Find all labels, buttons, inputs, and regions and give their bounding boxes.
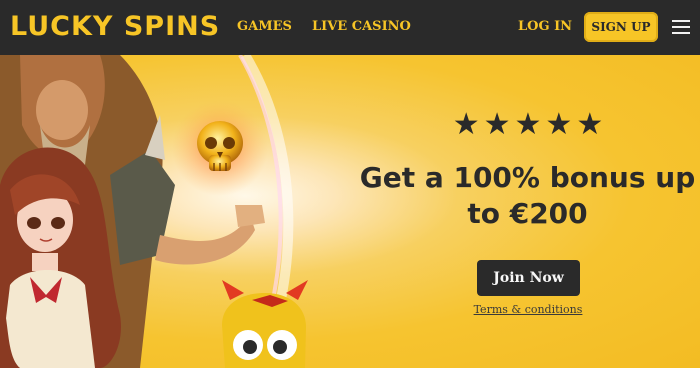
nav-live-casino-link[interactable]: LIVE CASINO — [312, 18, 411, 36]
yellow-monster-character — [222, 280, 308, 368]
hamburger-menu-icon[interactable] — [672, 20, 690, 34]
bonus-headline: Get a 100% bonus up to €200 — [359, 161, 696, 230]
nav-games-link[interactable]: GAMES — [237, 18, 292, 36]
join-now-button[interactable]: Join Now — [477, 260, 580, 296]
top-navigation-bar: LUCKY SPINS GAMES LIVE CASINO LOG IN SIG… — [0, 0, 700, 55]
hero-illustration — [0, 55, 308, 368]
signup-button[interactable]: SIGN UP — [584, 12, 658, 42]
rating-stars: ★★★★★ — [452, 107, 608, 142]
lucky-spins-logo[interactable]: LUCKY SPINS — [10, 10, 220, 44]
login-link[interactable]: LOG IN — [518, 18, 572, 36]
terms-conditions-link[interactable]: Terms & conditions — [470, 302, 586, 318]
hero-banner: ★★★★★ Get a 100% bonus up to €200 Join N… — [0, 55, 700, 368]
